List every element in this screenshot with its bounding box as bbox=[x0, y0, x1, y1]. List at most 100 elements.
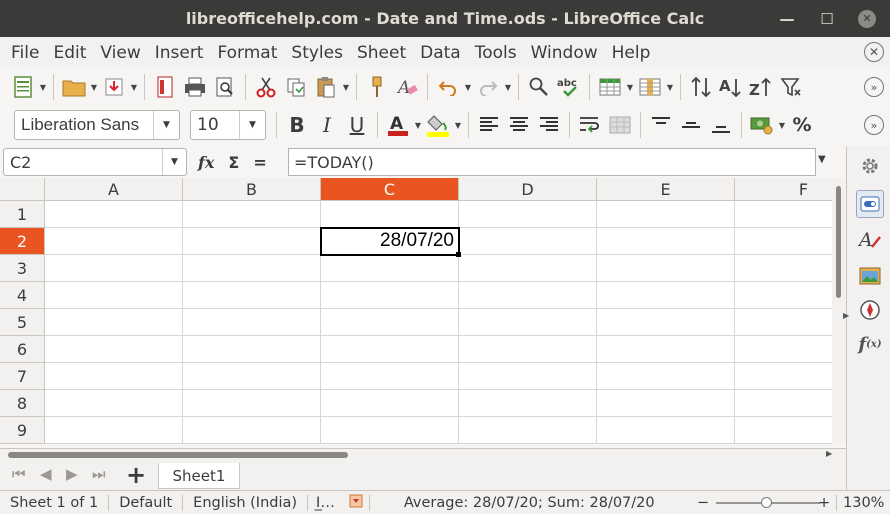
align-center-icon[interactable] bbox=[504, 110, 534, 140]
currency-dropdown-icon[interactable]: ▼ bbox=[777, 110, 787, 140]
add-sheet-button[interactable]: + bbox=[126, 461, 146, 489]
more-formatting-icon[interactable]: » bbox=[864, 115, 884, 135]
cut-icon[interactable] bbox=[251, 72, 281, 102]
row-header-2[interactable]: 2 bbox=[0, 228, 45, 255]
spelling-icon[interactable]: abc bbox=[554, 72, 584, 102]
cell-c7[interactable] bbox=[321, 363, 459, 390]
sum-button[interactable]: Σ bbox=[228, 153, 239, 172]
row-header-5[interactable]: 5 bbox=[0, 309, 45, 336]
sort-descending-icon[interactable]: Z bbox=[746, 72, 776, 102]
open-dropdown-icon[interactable]: ▼ bbox=[89, 72, 99, 102]
cell-e1[interactable] bbox=[597, 201, 735, 228]
cell-f8[interactable] bbox=[735, 390, 832, 417]
menu-edit[interactable]: Edit bbox=[46, 43, 93, 63]
cell-b4[interactable] bbox=[183, 282, 321, 309]
cell-e3[interactable] bbox=[597, 255, 735, 282]
cell-b8[interactable] bbox=[183, 390, 321, 417]
font-color-dropdown-icon[interactable]: ▼ bbox=[413, 110, 423, 140]
column-header-f[interactable]: F bbox=[735, 178, 832, 201]
cell-f7[interactable] bbox=[735, 363, 832, 390]
paste-icon[interactable] bbox=[311, 72, 341, 102]
cell-b6[interactable] bbox=[183, 336, 321, 363]
cell-c1[interactable] bbox=[321, 201, 459, 228]
cell-d5[interactable] bbox=[459, 309, 597, 336]
cell-c4[interactable] bbox=[321, 282, 459, 309]
menu-styles[interactable]: Styles bbox=[284, 43, 350, 63]
undo-icon[interactable] bbox=[433, 72, 463, 102]
maximize-button[interactable]: ☐ bbox=[818, 10, 836, 28]
column-header-c[interactable]: C bbox=[321, 178, 459, 201]
cell-e2[interactable] bbox=[597, 228, 735, 255]
cell-d9[interactable] bbox=[459, 417, 597, 444]
font-size-dropdown-icon[interactable]: ▼ bbox=[239, 111, 265, 139]
cell-b2[interactable] bbox=[183, 228, 321, 255]
italic-button[interactable]: I bbox=[312, 110, 342, 140]
language[interactable]: English (India) bbox=[183, 495, 307, 511]
cell-a2[interactable] bbox=[45, 228, 183, 255]
cell-d2[interactable] bbox=[459, 228, 597, 255]
cell-f1[interactable] bbox=[735, 201, 832, 228]
clone-formatting-icon[interactable] bbox=[362, 72, 392, 102]
cell-b5[interactable] bbox=[183, 309, 321, 336]
zoom-level[interactable]: 130% bbox=[843, 495, 884, 511]
row-header-4[interactable]: 4 bbox=[0, 282, 45, 309]
save-icon[interactable] bbox=[99, 72, 129, 102]
cell-d6[interactable] bbox=[459, 336, 597, 363]
more-tools-icon[interactable]: » bbox=[864, 77, 884, 97]
copy-icon[interactable] bbox=[281, 72, 311, 102]
cell-e7[interactable] bbox=[597, 363, 735, 390]
cell-b1[interactable] bbox=[183, 201, 321, 228]
zoom-in-button[interactable]: + bbox=[818, 495, 830, 511]
currency-format-icon[interactable] bbox=[747, 110, 777, 140]
cell-c8[interactable] bbox=[321, 390, 459, 417]
menu-view[interactable]: View bbox=[93, 43, 147, 63]
wrap-text-icon[interactable] bbox=[575, 110, 605, 140]
align-middle-icon[interactable] bbox=[676, 110, 706, 140]
minimize-button[interactable]: — bbox=[778, 10, 796, 28]
save-dropdown-icon[interactable]: ▼ bbox=[129, 72, 139, 102]
cell-a6[interactable] bbox=[45, 336, 183, 363]
cell-a3[interactable] bbox=[45, 255, 183, 282]
zoom-slider-thumb[interactable] bbox=[761, 497, 772, 508]
column-header-e[interactable]: E bbox=[597, 178, 735, 201]
cell-d3[interactable] bbox=[459, 255, 597, 282]
horizontal-scroll-thumb[interactable] bbox=[8, 452, 348, 458]
find-replace-icon[interactable] bbox=[524, 72, 554, 102]
align-right-icon[interactable] bbox=[534, 110, 564, 140]
sort-icon[interactable] bbox=[686, 72, 716, 102]
menu-window[interactable]: Window bbox=[524, 43, 605, 63]
close-button[interactable]: ✕ bbox=[858, 9, 876, 28]
font-size-box[interactable]: 10 ▼ bbox=[190, 110, 266, 140]
vertical-scroll-thumb[interactable] bbox=[836, 186, 841, 298]
paste-dropdown-icon[interactable]: ▼ bbox=[341, 72, 351, 102]
font-name-dropdown-icon[interactable]: ▼ bbox=[153, 111, 179, 139]
function-wizard-button[interactable]: fx bbox=[198, 153, 214, 172]
cell-f6[interactable] bbox=[735, 336, 832, 363]
name-box-dropdown-icon[interactable]: ▼ bbox=[162, 149, 186, 175]
gallery-icon[interactable] bbox=[856, 262, 884, 290]
cell-b7[interactable] bbox=[183, 363, 321, 390]
menu-tools[interactable]: Tools bbox=[468, 43, 524, 63]
open-folder-icon[interactable] bbox=[59, 72, 89, 102]
cell-e4[interactable] bbox=[597, 282, 735, 309]
highlight-dropdown-icon[interactable]: ▼ bbox=[453, 110, 463, 140]
insert-mode-icon[interactable]: I̲… bbox=[308, 495, 343, 511]
cell-a4[interactable] bbox=[45, 282, 183, 309]
cell-b9[interactable] bbox=[183, 417, 321, 444]
menu-data[interactable]: Data bbox=[413, 43, 468, 63]
cell-f4[interactable] bbox=[735, 282, 832, 309]
select-all-corner[interactable] bbox=[0, 178, 45, 201]
font-color-icon[interactable]: A bbox=[383, 110, 413, 140]
menu-format[interactable]: Format bbox=[210, 43, 284, 63]
align-left-icon[interactable] bbox=[474, 110, 504, 140]
tab-sheet1[interactable]: Sheet1 bbox=[158, 463, 240, 489]
previous-sheet-icon[interactable]: ◀ bbox=[40, 465, 52, 483]
cell-d1[interactable] bbox=[459, 201, 597, 228]
selection-summary[interactable]: Average: 28/07/20; Sum: 28/07/20 bbox=[370, 495, 665, 511]
scroll-right-icon[interactable]: ▶ bbox=[826, 449, 832, 458]
cell-b3[interactable] bbox=[183, 255, 321, 282]
export-pdf-icon[interactable] bbox=[150, 72, 180, 102]
cell-f3[interactable] bbox=[735, 255, 832, 282]
cell-c6[interactable] bbox=[321, 336, 459, 363]
cell-a5[interactable] bbox=[45, 309, 183, 336]
